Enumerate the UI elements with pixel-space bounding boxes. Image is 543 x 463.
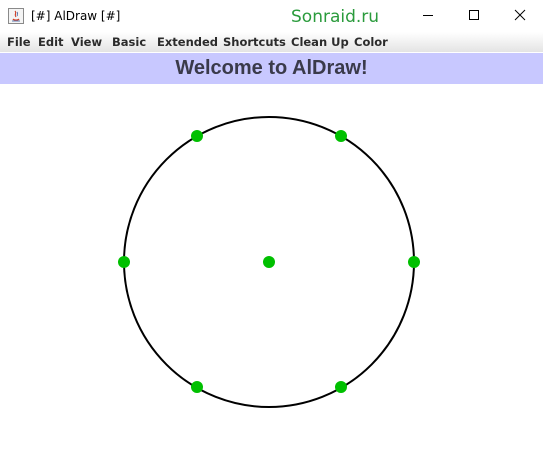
minimize-icon xyxy=(423,15,433,16)
java-app-icon[interactable] xyxy=(8,8,24,24)
title-bar: [#] AlDraw [#] Sonraid.ru xyxy=(0,0,543,32)
drawing-canvas[interactable] xyxy=(0,84,543,459)
welcome-banner: Welcome to AlDraw! xyxy=(0,53,543,84)
drawing-surface[interactable] xyxy=(0,84,543,459)
menu-edit[interactable]: Edit xyxy=(38,35,64,49)
window-title: [#] AlDraw [#] xyxy=(31,9,121,23)
control-point-center[interactable] xyxy=(263,256,275,268)
menu-basic[interactable]: Basic xyxy=(112,35,146,49)
menu-view[interactable]: View xyxy=(71,35,102,49)
menu-extended[interactable]: Extended xyxy=(157,35,218,49)
control-point-left[interactable] xyxy=(118,256,130,268)
maximize-icon xyxy=(469,10,479,20)
control-point-bottom-right[interactable] xyxy=(335,381,347,393)
watermark-text: Sonraid.ru xyxy=(291,7,380,27)
control-point-top-right[interactable] xyxy=(335,130,347,142)
maximize-button[interactable] xyxy=(451,0,497,30)
welcome-text: Welcome to AlDraw! xyxy=(175,57,368,79)
minimize-button[interactable] xyxy=(405,0,451,30)
close-icon xyxy=(514,9,526,21)
control-point-top-left[interactable] xyxy=(191,130,203,142)
menu-file[interactable]: File xyxy=(7,35,31,49)
menu-bar: File Edit View Basic Extended Shortcuts … xyxy=(0,32,543,52)
control-point-right[interactable] xyxy=(408,256,420,268)
menu-color[interactable]: Color xyxy=(354,35,388,49)
close-button[interactable] xyxy=(497,0,543,30)
menu-clean-up[interactable]: Clean Up xyxy=(291,35,349,49)
menu-shortcuts[interactable]: Shortcuts xyxy=(223,35,286,49)
control-point-bottom-left[interactable] xyxy=(191,381,203,393)
